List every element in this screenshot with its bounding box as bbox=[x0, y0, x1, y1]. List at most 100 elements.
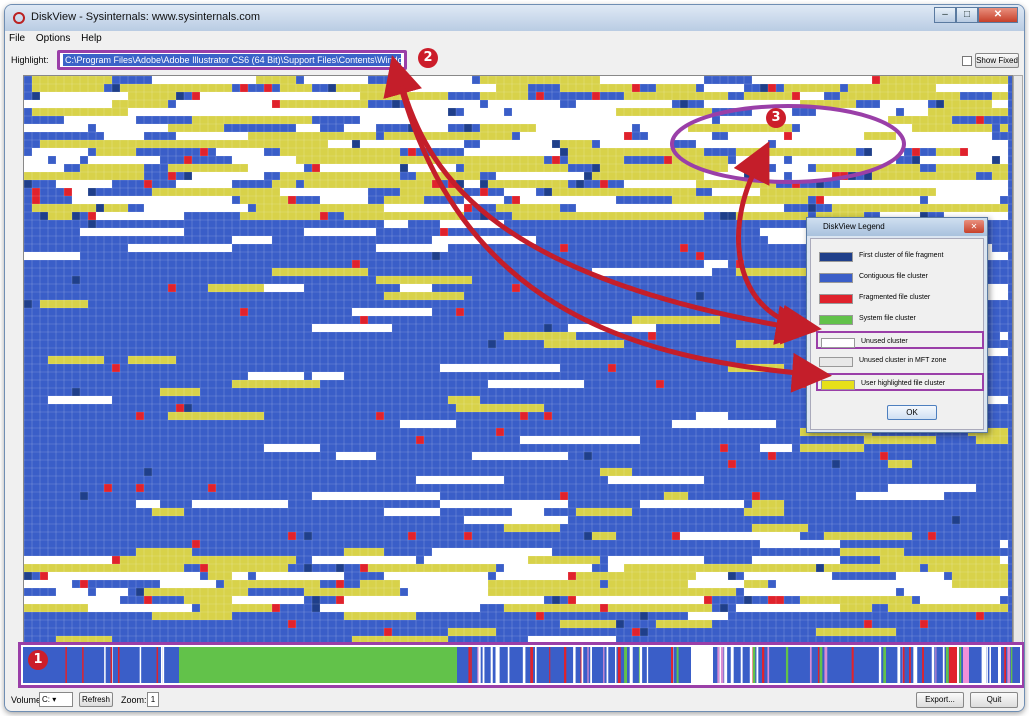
refresh-button[interactable]: Refresh bbox=[79, 692, 113, 707]
overview-stripe bbox=[824, 647, 828, 683]
quit-button[interactable]: Quit bbox=[970, 692, 1018, 708]
cluster-run bbox=[408, 84, 496, 92]
highlight-path-field[interactable]: C:\Program Files\Adobe\Adobe Illustrator… bbox=[57, 50, 407, 70]
show-fixed-button[interactable]: Show Fixed bbox=[975, 53, 1019, 68]
cluster-run bbox=[344, 612, 416, 620]
cluster-run bbox=[504, 564, 576, 572]
maximize-button[interactable]: □ bbox=[956, 7, 978, 23]
cluster-run bbox=[784, 84, 840, 92]
cluster-run bbox=[480, 180, 488, 188]
cluster-run bbox=[376, 412, 384, 420]
cluster-run bbox=[104, 484, 112, 492]
cluster-run bbox=[576, 572, 696, 580]
cluster-run bbox=[680, 596, 704, 604]
cluster-run bbox=[264, 84, 272, 92]
cluster-run bbox=[144, 180, 152, 188]
cluster-run bbox=[224, 108, 328, 116]
cluster-run bbox=[88, 156, 160, 164]
zoom-select[interactable]: 1 bbox=[147, 692, 159, 707]
cluster-run bbox=[864, 436, 936, 444]
cluster-run bbox=[64, 188, 72, 196]
cluster-run bbox=[792, 180, 800, 188]
cluster-run bbox=[744, 596, 752, 604]
cluster-run bbox=[768, 452, 776, 460]
title-bar[interactable]: DiskView - Sysinternals: www.sysinternal… bbox=[5, 5, 1024, 31]
cluster-run bbox=[920, 92, 960, 100]
cluster-run bbox=[560, 620, 616, 628]
volume-overview-bar[interactable] bbox=[18, 642, 1024, 688]
cluster-run bbox=[640, 628, 648, 636]
cluster-run bbox=[408, 124, 416, 132]
cluster-run bbox=[200, 92, 256, 100]
cluster-run bbox=[680, 532, 800, 540]
cluster-run bbox=[160, 580, 216, 588]
cluster-run bbox=[104, 132, 144, 140]
cluster-run bbox=[192, 92, 200, 100]
cluster-run bbox=[576, 204, 680, 212]
cluster-run bbox=[704, 596, 712, 604]
cluster-run bbox=[600, 148, 704, 156]
cluster-run bbox=[528, 556, 600, 564]
cluster-run bbox=[728, 212, 736, 220]
overview-stripe bbox=[935, 647, 937, 683]
legend-close-button[interactable]: ✕ bbox=[964, 220, 984, 233]
cluster-run bbox=[32, 84, 104, 92]
legend-swatch-unused-mft bbox=[819, 357, 853, 367]
cluster-run bbox=[544, 188, 552, 196]
cluster-run bbox=[48, 212, 72, 220]
cluster-run bbox=[408, 148, 416, 156]
cluster-run bbox=[384, 572, 488, 580]
cluster-map-scrollbar[interactable] bbox=[1013, 75, 1023, 665]
cluster-run bbox=[392, 100, 400, 108]
minimize-button[interactable]: – bbox=[934, 7, 956, 23]
overview-stripe bbox=[851, 647, 854, 683]
menu-help[interactable]: Help bbox=[77, 31, 106, 46]
overview-stripe bbox=[490, 647, 493, 683]
overview-stripe bbox=[478, 647, 481, 683]
cluster-run bbox=[64, 116, 136, 124]
cluster-run bbox=[552, 596, 560, 604]
cluster-run bbox=[864, 620, 872, 628]
menu-options[interactable]: Options bbox=[32, 31, 74, 46]
close-button[interactable]: ✕ bbox=[978, 7, 1018, 23]
cluster-run bbox=[1000, 156, 1008, 164]
cluster-run bbox=[288, 196, 296, 204]
legend-title[interactable]: DiskView Legend bbox=[807, 218, 987, 236]
show-fixed-checkbox[interactable] bbox=[962, 56, 972, 66]
cluster-run bbox=[656, 380, 664, 388]
cluster-run bbox=[136, 548, 192, 556]
cluster-run bbox=[88, 212, 96, 220]
cluster-run bbox=[144, 596, 152, 604]
legend-ok-button[interactable]: OK bbox=[887, 405, 937, 420]
menu-file[interactable]: File bbox=[5, 31, 29, 46]
cluster-run bbox=[872, 172, 976, 180]
cluster-run bbox=[736, 148, 856, 156]
cluster-run bbox=[360, 92, 448, 100]
cluster-run bbox=[24, 180, 32, 188]
cluster-run bbox=[96, 204, 104, 212]
legend-body: First cluster of file fragment Contiguou… bbox=[810, 238, 984, 430]
cluster-run bbox=[744, 580, 768, 588]
cluster-run bbox=[760, 188, 880, 196]
cluster-run bbox=[816, 564, 824, 572]
cluster-run bbox=[344, 548, 384, 556]
cluster-run bbox=[304, 180, 360, 188]
overview-stripe bbox=[756, 647, 759, 683]
cluster-run bbox=[576, 508, 632, 516]
cluster-run bbox=[432, 252, 440, 260]
overview-stripe bbox=[497, 647, 500, 683]
volume-select[interactable]: C: ▾ bbox=[39, 692, 73, 707]
overview-stripe bbox=[139, 647, 142, 683]
cluster-run bbox=[608, 604, 712, 612]
cluster-run bbox=[168, 124, 224, 132]
cluster-run bbox=[112, 556, 120, 564]
overview-stripe bbox=[104, 647, 106, 683]
cluster-run bbox=[952, 572, 1008, 580]
cluster-run bbox=[568, 572, 576, 580]
callout-badge-2: 2 bbox=[418, 48, 438, 68]
cluster-run bbox=[400, 580, 488, 588]
overview-stripe bbox=[470, 647, 472, 683]
cluster-run bbox=[248, 164, 304, 172]
cluster-run bbox=[200, 564, 208, 572]
export-button[interactable]: Export... bbox=[916, 692, 964, 708]
